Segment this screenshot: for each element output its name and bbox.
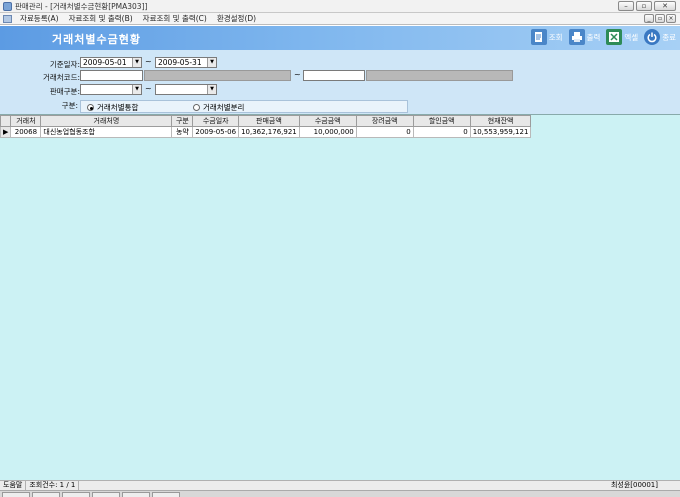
minimize-button[interactable]: –	[618, 1, 634, 11]
cell-sales-amount[interactable]: 10,362,176,921	[238, 126, 300, 138]
cell-discount-amount[interactable]: 0	[412, 126, 471, 138]
date-from-value: 2009-05-01	[83, 58, 127, 67]
window-titlebar: 판매관리 - [거래처별수금현황[PMA303]] – ▫ ✕	[0, 0, 680, 13]
row-indicator-header	[0, 115, 12, 127]
col-discount-amount[interactable]: 할인금액	[412, 115, 471, 127]
row-pointer-icon: ▶	[0, 126, 12, 138]
results-grid: 거래처 거래처명 구분 수금일자 판매금액 수금금액 장려금액 할인금액 현재잔…	[0, 115, 532, 138]
close-button[interactable]: ✕	[654, 1, 676, 11]
task-button[interactable]	[62, 492, 90, 497]
excel-button[interactable]: 엑셀	[606, 29, 638, 45]
radio-selected-icon[interactable]	[87, 104, 94, 111]
dropdown-arrow-icon[interactable]: ▼	[207, 58, 216, 67]
window-controls: – ▫ ✕	[618, 1, 676, 11]
status-help: 도움말	[0, 480, 27, 491]
dropdown-arrow-icon[interactable]: ▼	[207, 85, 216, 94]
cell-customer-code[interactable]: 20068	[10, 126, 42, 138]
print-button[interactable]: 출력	[568, 29, 601, 45]
date-range-separator: ~	[145, 57, 152, 66]
dropdown-arrow-icon[interactable]: ▼	[132, 58, 141, 67]
printer-icon	[568, 29, 585, 45]
date-from-picker[interactable]: 2009-05-01 ▼	[80, 57, 142, 68]
task-button[interactable]	[32, 492, 60, 497]
sales-type-label: 판매구분:	[49, 87, 80, 96]
sales-range-separator: ~	[145, 84, 152, 93]
mdi-controls: _ ▫ ×	[644, 14, 676, 23]
customer-to-input[interactable]	[303, 70, 365, 81]
power-icon	[644, 29, 661, 45]
menu-settings[interactable]: 환경설정(D)	[212, 13, 261, 24]
page-title: 거래처별수금현황	[52, 33, 141, 46]
search-doc-icon	[530, 29, 547, 45]
search-label: 조회	[548, 32, 563, 42]
sales-type-from-select[interactable]: ▼	[80, 84, 142, 95]
radio-separate-label: 거래처별분리	[203, 103, 245, 112]
group-radio-group: 거래처별통합 거래처별분리	[80, 100, 408, 113]
child-window-icon	[3, 14, 12, 23]
customer-from-name-field	[144, 70, 291, 81]
status-user: 최성윤[00001]	[610, 481, 658, 489]
group-label: 구분:	[61, 101, 78, 110]
restore-button[interactable]: ▫	[636, 1, 652, 11]
grid-header-row: 거래처 거래처명 구분 수금일자 판매금액 수금금액 장려금액 할인금액 현재잔…	[0, 115, 532, 127]
cell-collection-date[interactable]: 2009-05-06	[192, 126, 240, 138]
table-row[interactable]: ▶ 20068 대신농업협동조합 농약 2009-05-06 10,362,17…	[0, 126, 532, 138]
excel-label: 엑셀	[624, 32, 639, 42]
cell-type[interactable]: 농약	[171, 126, 194, 138]
cell-incentive-amount[interactable]: 0	[355, 126, 414, 138]
print-label: 출력	[586, 32, 601, 42]
radio-separate[interactable]: 거래처별분리	[193, 102, 244, 113]
excel-icon	[606, 29, 623, 45]
cell-collected-amount[interactable]: 10,000,000	[298, 126, 357, 138]
col-type[interactable]: 구분	[171, 115, 194, 127]
col-customer-name[interactable]: 거래처명	[40, 115, 173, 127]
task-button[interactable]	[152, 492, 180, 497]
col-collected-amount[interactable]: 수금금액	[298, 115, 357, 127]
date-label: 기준일자:	[49, 60, 80, 69]
task-button[interactable]	[122, 492, 150, 497]
menu-query-print-b[interactable]: 자료조회 및 출력(B)	[64, 13, 138, 24]
menu-data-entry[interactable]: 자료등록(A)	[15, 13, 64, 24]
col-customer-code[interactable]: 거래처	[10, 115, 42, 127]
exit-button[interactable]: 종료	[644, 29, 676, 45]
status-bar: 도움말 조회건수: 1 / 1 최성윤[00001]	[0, 480, 680, 491]
cell-customer-name[interactable]: 대신농업협동조합	[40, 126, 173, 138]
page-header: 거래처별수금현황 조회 출력 엑셀 종료	[0, 26, 680, 50]
col-collection-date[interactable]: 수금일자	[192, 115, 240, 127]
radio-combined[interactable]: 거래처별통합	[87, 102, 138, 113]
task-button[interactable]	[92, 492, 120, 497]
date-to-value: 2009-05-31	[158, 58, 202, 67]
cell-current-balance[interactable]: 10,553,959,121	[469, 126, 532, 138]
search-button[interactable]: 조회	[530, 29, 563, 45]
menu-query-print-c[interactable]: 자료조회 및 출력(C)	[138, 13, 212, 24]
exit-label: 종료	[662, 32, 676, 42]
customer-to-name-field	[366, 70, 513, 81]
window-title: 판매관리 - [거래처별수금현황[PMA303]]	[15, 1, 148, 11]
app-icon	[3, 1, 12, 11]
mdi-minimize-button[interactable]: _	[644, 14, 654, 23]
customer-range-separator: ~	[294, 70, 301, 79]
task-strip	[0, 490, 680, 497]
mdi-restore-button[interactable]: ▫	[655, 14, 665, 23]
customer-from-input[interactable]	[80, 70, 143, 81]
mdi-close-button[interactable]: ×	[666, 14, 676, 23]
menu-bar: 자료등록(A) 자료조회 및 출력(B) 자료조회 및 출력(C) 환경설정(D…	[0, 13, 680, 25]
col-current-balance[interactable]: 현재잔액	[469, 115, 532, 127]
col-incentive-amount[interactable]: 장려금액	[355, 115, 414, 127]
col-sales-amount[interactable]: 판매금액	[238, 115, 300, 127]
dropdown-arrow-icon[interactable]: ▼	[132, 85, 141, 94]
results-grid-area: 거래처 거래처명 구분 수금일자 판매금액 수금금액 장려금액 할인금액 현재잔…	[0, 114, 680, 480]
sales-type-to-select[interactable]: ▼	[155, 84, 217, 95]
date-to-picker[interactable]: 2009-05-31 ▼	[155, 57, 217, 68]
radio-unselected-icon[interactable]	[193, 104, 200, 111]
customer-code-label: 거래처코드:	[42, 73, 80, 82]
toolbar: 조회 출력 엑셀 종료	[530, 29, 676, 45]
task-button[interactable]	[2, 492, 30, 497]
radio-combined-label: 거래처별통합	[97, 103, 139, 112]
status-record-count: 조회건수: 1 / 1	[26, 480, 80, 491]
